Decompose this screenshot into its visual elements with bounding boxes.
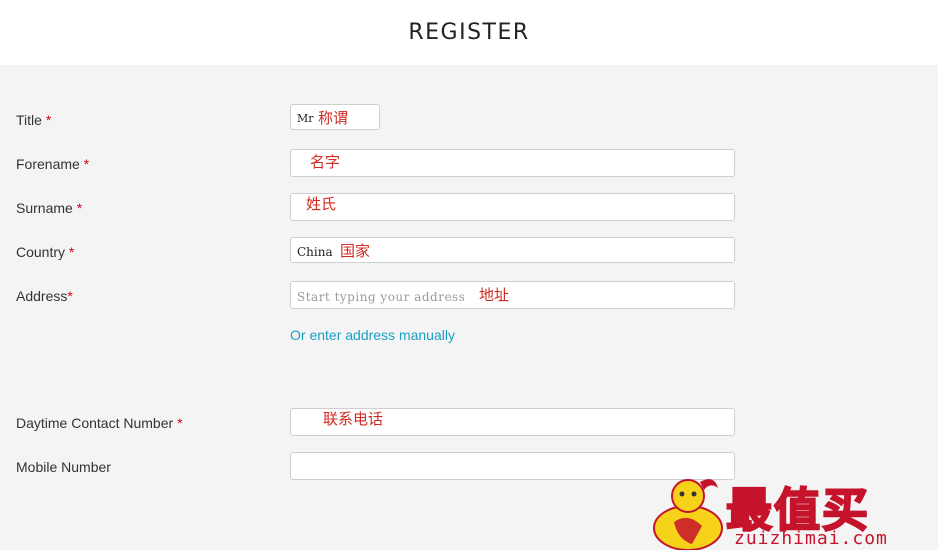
- required-asterisk: *: [45, 112, 52, 128]
- required-asterisk: *: [76, 200, 83, 216]
- required-asterisk: *: [67, 288, 73, 304]
- page-header: REGISTER: [0, 0, 938, 65]
- surname-label: Surname *: [16, 200, 83, 216]
- required-asterisk: *: [83, 156, 90, 172]
- zuizhimai-watermark: 最值买 zuizhimai.com: [648, 472, 938, 550]
- address-search-input[interactable]: Start typing your address: [290, 281, 735, 309]
- country-annotation: 国家: [340, 242, 371, 260]
- gourd-mascot-icon: [653, 479, 723, 550]
- country-label: Country *: [16, 244, 75, 260]
- required-asterisk: *: [68, 244, 75, 260]
- required-asterisk: *: [177, 415, 183, 431]
- page-title: REGISTER: [408, 20, 530, 45]
- title-annotation: 称谓: [318, 109, 349, 127]
- address-annotation: 地址: [479, 286, 510, 304]
- daytime-contact-annotation: 联系电话: [323, 410, 384, 428]
- title-label: Title *: [16, 112, 52, 128]
- forename-input[interactable]: [290, 149, 735, 177]
- watermark-domain-text: zuizhimai.com: [734, 528, 888, 549]
- mobile-label: Mobile Number: [16, 459, 111, 475]
- address-label: Address*: [16, 288, 73, 304]
- forename-annotation: 名字: [310, 153, 341, 171]
- forename-label: Forename *: [16, 156, 90, 172]
- address-placeholder: Start typing your address: [297, 290, 466, 304]
- enter-address-manually-link[interactable]: Or enter address manually: [290, 327, 455, 343]
- daytime-contact-label: Daytime Contact Number *: [16, 415, 183, 431]
- surname-annotation: 姓氏: [306, 195, 337, 213]
- surname-input[interactable]: [290, 193, 735, 221]
